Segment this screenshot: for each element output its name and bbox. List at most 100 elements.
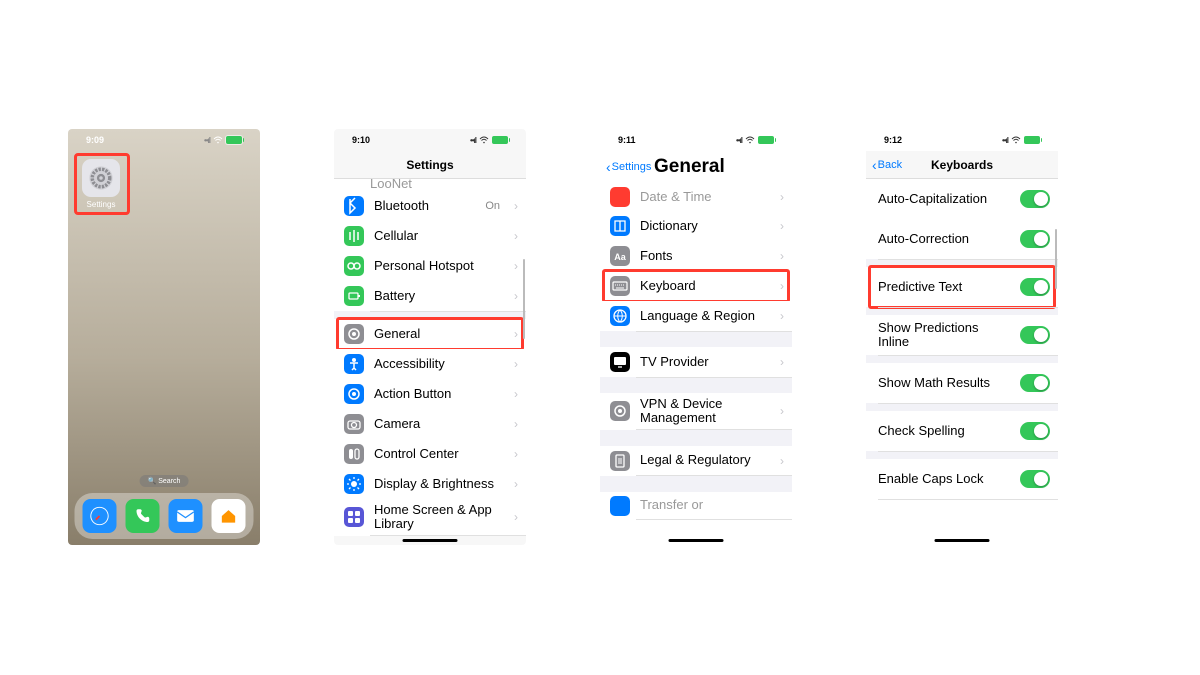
row-label: Accessibility: [374, 357, 504, 371]
row-home-screen-app-library[interactable]: Home Screen & App Library›: [334, 499, 526, 536]
chevron-right-icon: ›: [780, 249, 784, 263]
row-keyboard[interactable]: Keyboard›: [600, 271, 792, 301]
row-label: Check Spelling: [878, 424, 1010, 438]
batt-icon: [344, 286, 364, 306]
gear-icon: [344, 324, 364, 344]
ant-icon: [344, 226, 364, 246]
navbar-title: Settings: [406, 158, 453, 172]
row-language-region[interactable]: Language & Region›: [600, 301, 792, 331]
row-cellular[interactable]: Cellular›: [334, 221, 526, 251]
status-bar: 9:09 ••ıl: [68, 129, 260, 151]
chevron-right-icon: ›: [780, 404, 784, 418]
row-vpn-device-management[interactable]: VPN & Device Management ›: [600, 393, 792, 430]
wifi-icon: [213, 136, 223, 144]
back-button[interactable]: ‹Back: [872, 157, 902, 173]
chevron-left-icon: ‹: [606, 159, 611, 175]
mail-icon[interactable]: [169, 499, 203, 533]
chevron-right-icon: ›: [514, 357, 518, 371]
status-bar: 9:10 ••ıl: [334, 129, 526, 151]
home-icon[interactable]: [212, 499, 246, 533]
row-tv-provider[interactable]: TV Provider›: [600, 347, 792, 377]
status-time: 9:09: [86, 135, 104, 145]
battery-icon: [226, 136, 242, 144]
row-label: VPN & Device Management: [640, 397, 770, 426]
row-label: Legal & Regulatory: [640, 453, 770, 467]
row-label: Show Math Results: [878, 376, 1010, 390]
signal-icon: ••ıl: [736, 136, 742, 145]
bt-icon: [344, 196, 364, 216]
screen-keyboards: 9:12 ••ıl ‹Back Keyboards Auto-Capitaliz…: [866, 129, 1058, 545]
settings-list[interactable]: LooNetBluetoothOn›Cellular›Personal Hots…: [334, 179, 526, 536]
chevron-right-icon: ›: [514, 289, 518, 303]
row-label: TV Provider: [640, 355, 770, 369]
toggle-switch[interactable]: [1020, 278, 1050, 296]
safari-icon[interactable]: [83, 499, 117, 533]
sun-icon: [344, 474, 364, 494]
home-indicator[interactable]: [935, 539, 990, 542]
home-indicator[interactable]: [669, 539, 724, 542]
row-bluetooth[interactable]: BluetoothOn›: [334, 191, 526, 221]
chevron-right-icon: ›: [514, 510, 518, 524]
battery-icon: [492, 136, 508, 144]
row-legal-regulatory[interactable]: Legal & Regulatory ›: [600, 446, 792, 476]
row-check-spelling[interactable]: Check Spelling: [866, 411, 1058, 451]
row-personal-hotspot[interactable]: Personal Hotspot›: [334, 251, 526, 281]
chevron-right-icon: ›: [514, 259, 518, 273]
row-action-button[interactable]: Action Button›: [334, 379, 526, 409]
status-time: 9:12: [884, 135, 902, 145]
toggle-switch[interactable]: [1020, 422, 1050, 440]
row-enable-caps-lock[interactable]: Enable Caps Lock: [866, 459, 1058, 499]
toggle-switch[interactable]: [1020, 190, 1050, 208]
row-general[interactable]: General ›: [334, 319, 526, 349]
row-battery[interactable]: Battery›: [334, 281, 526, 311]
row-camera[interactable]: Camera›: [334, 409, 526, 439]
row-show-predictions-inline[interactable]: Show Predictions Inline: [866, 315, 1058, 355]
row-fonts[interactable]: Aa Fonts ›: [600, 241, 792, 271]
chevron-right-icon: ›: [780, 309, 784, 323]
chevron-left-icon: ‹: [872, 157, 877, 173]
status-bar: 9:11 ••ıl: [600, 129, 792, 151]
book-icon: [610, 216, 630, 236]
chevron-right-icon: ›: [780, 454, 784, 468]
row-label: Fonts: [640, 249, 770, 263]
Aa-icon: Aa: [610, 246, 630, 266]
toggle-switch[interactable]: [1020, 326, 1050, 344]
toggle-switch[interactable]: [1020, 374, 1050, 392]
kb-icon: [610, 276, 630, 296]
row-display-brightness[interactable]: Display & Brightness›: [334, 469, 526, 499]
row-predictive-text[interactable]: Predictive Text: [866, 267, 1058, 307]
scroll-indicator: [523, 259, 525, 339]
row-value: On: [485, 200, 500, 212]
row-label: Enable Caps Lock: [878, 472, 1010, 486]
action-icon: [344, 384, 364, 404]
navbar: ‹Settings General: [600, 151, 792, 183]
navbar-title: General: [654, 156, 725, 178]
chevron-right-icon: ›: [514, 327, 518, 341]
row-label: Camera: [374, 417, 504, 431]
back-button[interactable]: ‹Settings: [606, 159, 651, 175]
row-show-math-results[interactable]: Show Math Results: [866, 363, 1058, 403]
row-label: Auto-Correction: [878, 232, 1010, 246]
toggle-switch[interactable]: [1020, 470, 1050, 488]
row-label: Show Predictions Inline: [878, 321, 1010, 350]
row-dictionary[interactable]: Dictionary›: [600, 211, 792, 241]
status-time: 9:10: [352, 135, 370, 145]
toggle-switch[interactable]: [1020, 230, 1050, 248]
row-auto-correction[interactable]: Auto-Correction: [866, 219, 1058, 259]
home-indicator[interactable]: [403, 539, 458, 542]
status-bar: 9:12 ••ıl: [866, 129, 1058, 151]
signal-icon: ••ıl: [1002, 136, 1008, 145]
cc-icon: [344, 444, 364, 464]
chevron-right-icon: ›: [780, 279, 784, 293]
keyboards-list[interactable]: Auto-Capitalization Auto-Correction Predic…: [866, 179, 1058, 499]
spotlight-search[interactable]: 🔍 Search: [140, 475, 189, 487]
row-label: General: [374, 327, 504, 341]
row-accessibility[interactable]: Accessibility ›: [334, 349, 526, 379]
row-control-center[interactable]: Control Center›: [334, 439, 526, 469]
wifi-icon: [745, 136, 755, 144]
signal-icon: ••ıl: [204, 136, 210, 145]
general-list[interactable]: Date & Time›Dictionary›AaFonts›Keyboard›…: [600, 183, 792, 520]
phone-icon[interactable]: [126, 499, 160, 533]
row-label: Cellular: [374, 229, 504, 243]
row-auto-capitalization[interactable]: Auto-Capitalization: [866, 179, 1058, 219]
